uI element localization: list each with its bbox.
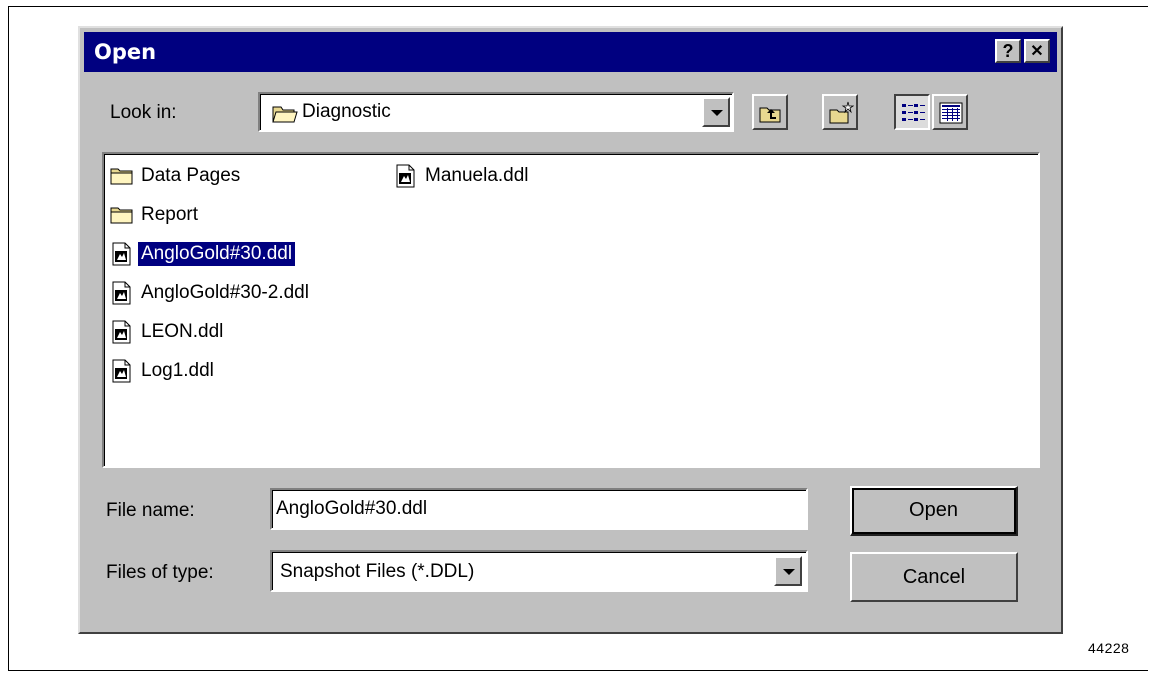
file-item[interactable]: LEON.ddl — [110, 318, 226, 346]
file-type-value: Snapshot Files (*.DDL) — [280, 561, 475, 582]
list-view-button[interactable] — [894, 94, 930, 130]
look-in-value: Diagnostic — [302, 101, 391, 122]
figure-number: 44228 — [1088, 640, 1130, 656]
list-view-icon — [902, 104, 925, 121]
file-name-label: File name: — [106, 500, 195, 521]
folder-up-icon — [759, 107, 781, 123]
file-item-label: Manuela.ddl — [425, 165, 529, 186]
up-one-level-button[interactable] — [752, 94, 788, 130]
look-in-dropdown-button[interactable] — [702, 97, 730, 127]
details-view-button[interactable] — [932, 94, 968, 130]
folder-item[interactable]: Report — [110, 201, 201, 229]
file-name-field[interactable]: AngloGold#30.ddl — [270, 488, 808, 530]
file-item[interactable]: Manuela.ddl — [394, 162, 532, 190]
file-item-label: AngloGold#30-2.ddl — [141, 282, 309, 303]
close-icon: ✕ — [1030, 43, 1044, 60]
create-new-folder-button[interactable] — [822, 94, 858, 130]
ddl-file-icon — [394, 164, 418, 188]
file-item[interactable]: AngloGold#30-2.ddl — [110, 279, 312, 307]
file-item-label: Log1.ddl — [141, 360, 214, 381]
look-in-label: Look in: — [110, 102, 177, 123]
details-view-icon — [939, 102, 963, 124]
ddl-file-icon — [110, 359, 134, 383]
file-name-value: AngloGold#30.ddl — [276, 498, 428, 519]
folder-item[interactable]: Data Pages — [110, 162, 243, 190]
help-icon: ? — [1002, 40, 1014, 61]
open-button-label: Open — [909, 499, 958, 521]
file-item-label: Data Pages — [141, 165, 241, 186]
file-type-label: Files of type: — [106, 562, 214, 583]
close-button[interactable]: ✕ — [1024, 39, 1050, 63]
file-item-label: LEON.ddl — [141, 321, 224, 342]
dialog-title: Open — [94, 40, 157, 64]
help-button[interactable]: ? — [995, 39, 1021, 63]
ddl-file-icon — [110, 320, 134, 344]
open-dialog: Open ? ✕ Look in: Diagnostic Data Pages … — [78, 26, 1063, 634]
file-type-combo[interactable]: Snapshot Files (*.DDL) — [270, 550, 808, 592]
file-type-dropdown-button[interactable] — [774, 556, 802, 586]
file-item-label: AngloGold#30.ddl — [138, 242, 296, 266]
cancel-button[interactable]: Cancel — [850, 552, 1018, 602]
folder-icon — [272, 106, 298, 123]
file-item[interactable]: Log1.ddl — [110, 357, 217, 385]
folder-icon — [110, 203, 134, 227]
folder-icon — [110, 164, 134, 188]
new-folder-icon — [829, 101, 854, 124]
open-button[interactable]: Open — [850, 486, 1018, 536]
ddl-file-icon — [110, 242, 134, 266]
title-bar[interactable]: Open ? ✕ — [84, 32, 1057, 72]
look-in-combo[interactable]: Diagnostic — [258, 92, 734, 132]
file-item[interactable]: AngloGold#30.ddl — [110, 240, 296, 268]
cancel-button-label: Cancel — [902, 565, 966, 588]
file-list[interactable]: Data Pages Report AngloGold#30.ddl AngloGol… — [102, 152, 1040, 468]
ddl-file-icon — [110, 281, 134, 305]
file-item-label: Report — [141, 204, 199, 225]
